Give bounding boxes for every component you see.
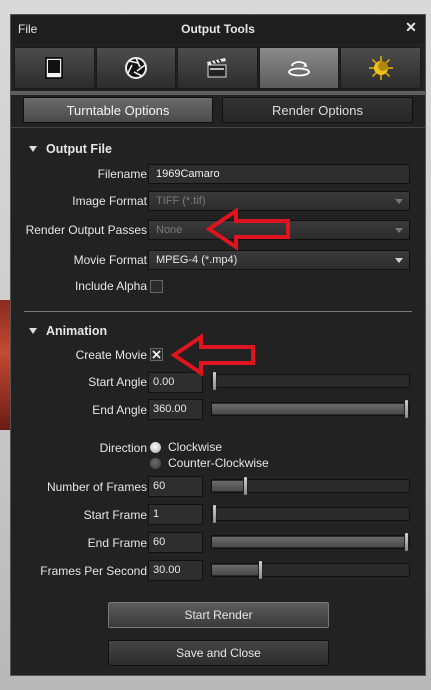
filename-label: Filename [97, 167, 147, 181]
close-icon[interactable]: ✕ [403, 19, 419, 35]
direction-clockwise-radio[interactable] [150, 442, 161, 453]
checkmark-x-icon [152, 350, 161, 359]
end-angle-label: End Angle [92, 403, 147, 417]
frames-per-second-slider[interactable] [211, 560, 410, 580]
direction-counter-clockwise-label[interactable]: Counter-Clockwise [168, 456, 269, 470]
annotation-arrow-shape [206, 207, 290, 251]
chevron-down-icon [395, 228, 403, 233]
window-title: Output Tools [181, 22, 255, 36]
chevron-down-icon [395, 258, 403, 263]
animation-section-header[interactable]: Animation [29, 324, 107, 338]
tab-lighting[interactable] [340, 47, 421, 89]
direction-label: Direction [99, 441, 147, 455]
annotation-arrow-icon [171, 333, 255, 377]
end-frame-field[interactable]: 60 [148, 532, 203, 553]
animation-title: Animation [46, 324, 108, 338]
turntable-options-button[interactable]: Turntable Options [23, 97, 213, 123]
number-of-frames-slider[interactable] [211, 476, 410, 496]
number-of-frames-label: Number of Frames [46, 480, 147, 494]
create-movie-label: Create Movie [75, 348, 147, 362]
number-of-frames-field[interactable]: 60 [148, 476, 203, 497]
output-file-section-header[interactable]: Output File [29, 142, 112, 156]
direction-clockwise-label[interactable]: Clockwise [168, 440, 222, 454]
section-divider [24, 311, 412, 312]
clapperboard-icon [207, 58, 227, 78]
output-file-title: Output File [46, 142, 112, 156]
frames-per-second-field[interactable]: 30.00 [148, 560, 203, 581]
collapse-triangle-icon [29, 146, 37, 152]
render-output-passes-value: None [156, 224, 183, 236]
direction-counter-clockwise-radio[interactable] [150, 458, 161, 469]
image-format-label: Image Format [72, 194, 147, 208]
end-angle-field[interactable]: 360.00 [148, 399, 203, 420]
include-alpha-label: Include Alpha [74, 279, 147, 293]
render-output-passes-label: Render Output Passes [25, 223, 147, 237]
frame-icon [45, 57, 64, 79]
include-alpha-checkbox[interactable] [150, 280, 163, 293]
slider-thumb[interactable] [404, 532, 409, 552]
slider-thumb[interactable] [404, 399, 409, 419]
chevron-down-icon [395, 199, 403, 204]
save-and-close-button[interactable]: Save and Close [108, 640, 329, 666]
slider-thumb[interactable] [243, 476, 248, 496]
start-frame-field[interactable]: 1 [148, 504, 203, 525]
tool-tab-bar [14, 47, 422, 89]
start-angle-label: Start Angle [88, 375, 147, 389]
start-frame-slider[interactable] [211, 504, 410, 524]
end-frame-label: End Frame [87, 536, 147, 550]
annotation-arrow-icon [206, 207, 290, 251]
slider-thumb[interactable] [212, 504, 217, 524]
end-frame-slider[interactable] [211, 532, 410, 552]
annotation-arrow-shape [171, 333, 255, 377]
frames-per-second-label: Frames Per Second [40, 564, 147, 578]
turntable-icon [288, 61, 310, 77]
movie-format-label: Movie Format [73, 253, 147, 267]
tab-aperture[interactable] [95, 47, 177, 89]
start-render-button[interactable]: Start Render [108, 602, 329, 628]
image-format-value: TIFF (*.tif) [156, 195, 206, 207]
title-bar: File Output Tools ✕ [11, 15, 425, 43]
options-divider [11, 127, 425, 128]
aperture-icon [124, 57, 147, 79]
slider-thumb[interactable] [258, 560, 263, 580]
tab-clapperboard[interactable] [177, 47, 258, 89]
filename-field[interactable]: 1969Camaro [148, 164, 410, 184]
start-frame-label: Start Frame [83, 508, 147, 522]
movie-format-dropdown[interactable]: MPEG-4 (*.mp4) [148, 250, 410, 270]
tab-frame[interactable] [14, 47, 95, 89]
collapse-triangle-icon [29, 328, 37, 334]
movie-format-value: MPEG-4 (*.mp4) [156, 254, 238, 266]
create-movie-checkbox[interactable] [150, 348, 163, 361]
sun-icon [368, 56, 393, 80]
end-angle-slider[interactable] [211, 399, 410, 419]
tab-turntable[interactable] [258, 47, 340, 89]
tab-bar-divider [11, 91, 425, 95]
render-options-button[interactable]: Render Options [222, 97, 413, 123]
output-tools-window: File Output Tools ✕ Turntable Options Re… [10, 14, 426, 676]
